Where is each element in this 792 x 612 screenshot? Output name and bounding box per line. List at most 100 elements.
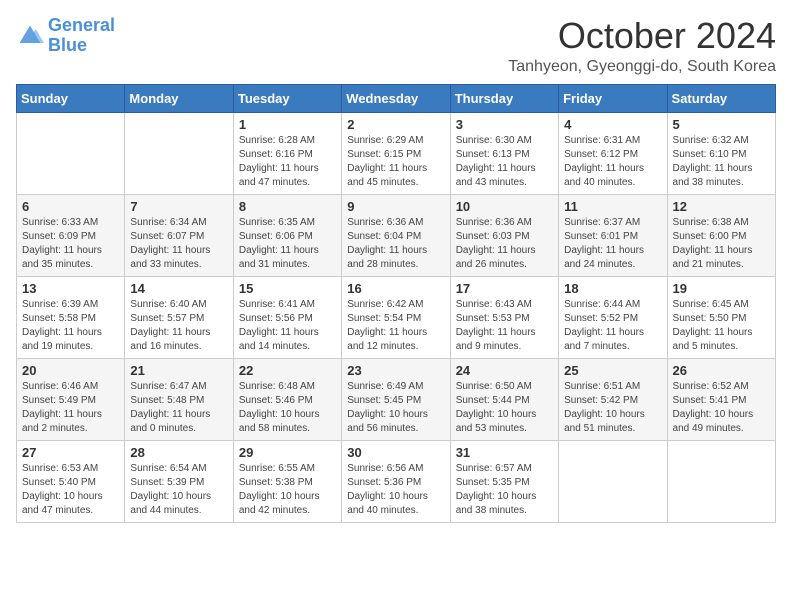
day-header-monday: Monday [125,84,233,112]
calendar-cell: 10Sunrise: 6:36 AM Sunset: 6:03 PM Dayli… [450,194,558,276]
day-number: 9 [347,199,444,214]
day-number: 14 [130,281,227,296]
calendar-cell: 17 Sunrise: 6:43 AM Sunset: 5:53 PM Dayli… [450,276,558,358]
week-row-5: 27 Sunrise: 6:53 AM Sunset: 5:40 PM Dayli… [17,440,776,522]
calendar-cell [667,440,775,522]
page-header: General Blue October 2024 Tanhyeon, Gyeo… [16,16,776,76]
day-number: 29 [239,445,336,460]
day-number: 18 [564,281,661,296]
day-number: 6 [22,199,119,214]
day-info: Sunrise: 6:28 AM Sunset: 6:16 PM Dayligh… [239,134,336,190]
day-number: 16 [347,281,444,296]
day-header-saturday: Saturday [667,84,775,112]
calendar-cell: 27 Sunrise: 6:53 AM Sunset: 5:40 PM Dayli… [17,440,125,522]
calendar-cell: 22 Sunrise: 6:48 AM Sunset: 5:46 PM Dayli… [233,358,341,440]
calendar-cell: 13 Sunrise: 6:39 AM Sunset: 5:58 PM Dayli… [17,276,125,358]
day-header-tuesday: Tuesday [233,84,341,112]
week-row-4: 20 Sunrise: 6:46 AM Sunset: 5:49 PM Dayli… [17,358,776,440]
calendar-cell: 11Sunrise: 6:37 AM Sunset: 6:01 PM Dayli… [559,194,667,276]
day-number: 25 [564,363,661,378]
day-number: 17 [456,281,553,296]
calendar-cell: 21 Sunrise: 6:47 AM Sunset: 5:48 PM Dayli… [125,358,233,440]
day-number: 21 [130,363,227,378]
calendar-cell: 1 Sunrise: 6:28 AM Sunset: 6:16 PM Daylig… [233,112,341,194]
calendar-cell: 19 Sunrise: 6:45 AM Sunset: 5:50 PM Dayli… [667,276,775,358]
day-number: 24 [456,363,553,378]
logo: General Blue [16,16,115,56]
day-info: Sunrise: 6:34 AM Sunset: 6:07 PM Dayligh… [130,216,227,272]
day-info: Sunrise: 6:43 AM Sunset: 5:53 PM Dayligh… [456,298,553,354]
title-block: October 2024 Tanhyeon, Gyeonggi-do, Sout… [508,16,776,76]
calendar-cell [559,440,667,522]
calendar-cell: 5 Sunrise: 6:32 AM Sunset: 6:10 PM Daylig… [667,112,775,194]
calendar-cell: 12Sunrise: 6:38 AM Sunset: 6:00 PM Dayli… [667,194,775,276]
day-info: Sunrise: 6:47 AM Sunset: 5:48 PM Dayligh… [130,380,227,436]
day-number: 4 [564,117,661,132]
day-number: 12 [673,199,770,214]
calendar-cell: 7 Sunrise: 6:34 AM Sunset: 6:07 PM Daylig… [125,194,233,276]
day-info: Sunrise: 6:41 AM Sunset: 5:56 PM Dayligh… [239,298,336,354]
day-info: Sunrise: 6:31 AM Sunset: 6:12 PM Dayligh… [564,134,661,190]
day-info: Sunrise: 6:57 AM Sunset: 5:35 PM Dayligh… [456,462,553,518]
day-info: Sunrise: 6:30 AM Sunset: 6:13 PM Dayligh… [456,134,553,190]
calendar-cell: 25 Sunrise: 6:51 AM Sunset: 5:42 PM Dayli… [559,358,667,440]
day-number: 8 [239,199,336,214]
day-info: Sunrise: 6:46 AM Sunset: 5:49 PM Dayligh… [22,380,119,436]
calendar-cell: 26 Sunrise: 6:52 AM Sunset: 5:41 PM Dayli… [667,358,775,440]
day-header-thursday: Thursday [450,84,558,112]
day-number: 19 [673,281,770,296]
day-info: Sunrise: 6:44 AM Sunset: 5:52 PM Dayligh… [564,298,661,354]
calendar-cell: 15 Sunrise: 6:41 AM Sunset: 5:56 PM Dayli… [233,276,341,358]
day-number: 27 [22,445,119,460]
day-info: Sunrise: 6:45 AM Sunset: 5:50 PM Dayligh… [673,298,770,354]
day-info: Sunrise: 6:48 AM Sunset: 5:46 PM Dayligh… [239,380,336,436]
day-header-sunday: Sunday [17,84,125,112]
day-info: Sunrise: 6:51 AM Sunset: 5:42 PM Dayligh… [564,380,661,436]
day-number: 26 [673,363,770,378]
day-number: 30 [347,445,444,460]
day-info: Sunrise: 6:50 AM Sunset: 5:44 PM Dayligh… [456,380,553,436]
day-info: Sunrise: 6:55 AM Sunset: 5:38 PM Dayligh… [239,462,336,518]
day-number: 1 [239,117,336,132]
month-title: October 2024 [508,16,776,56]
day-info: Sunrise: 6:29 AM Sunset: 6:15 PM Dayligh… [347,134,444,190]
day-number: 20 [22,363,119,378]
day-number: 31 [456,445,553,460]
calendar-cell: 28Sunrise: 6:54 AM Sunset: 5:39 PM Dayli… [125,440,233,522]
day-info: Sunrise: 6:54 AM Sunset: 5:39 PM Dayligh… [130,462,227,518]
day-number: 7 [130,199,227,214]
header-row: SundayMondayTuesdayWednesdayThursdayFrid… [17,84,776,112]
day-info: Sunrise: 6:56 AM Sunset: 5:36 PM Dayligh… [347,462,444,518]
calendar-cell: 4 Sunrise: 6:31 AM Sunset: 6:12 PM Daylig… [559,112,667,194]
day-number: 11 [564,199,661,214]
calendar-cell: 23 Sunrise: 6:49 AM Sunset: 5:45 PM Dayli… [342,358,450,440]
day-number: 3 [456,117,553,132]
day-header-friday: Friday [559,84,667,112]
day-info: Sunrise: 6:33 AM Sunset: 6:09 PM Dayligh… [22,216,119,272]
day-info: Sunrise: 6:53 AM Sunset: 5:40 PM Dayligh… [22,462,119,518]
calendar-cell: 2 Sunrise: 6:29 AM Sunset: 6:15 PM Daylig… [342,112,450,194]
calendar-cell [17,112,125,194]
day-number: 22 [239,363,336,378]
calendar-cell: 14 Sunrise: 6:40 AM Sunset: 5:57 PM Dayli… [125,276,233,358]
calendar-cell: 8 Sunrise: 6:35 AM Sunset: 6:06 PM Daylig… [233,194,341,276]
day-number: 23 [347,363,444,378]
day-info: Sunrise: 6:32 AM Sunset: 6:10 PM Dayligh… [673,134,770,190]
day-info: Sunrise: 6:52 AM Sunset: 5:41 PM Dayligh… [673,380,770,436]
day-info: Sunrise: 6:42 AM Sunset: 5:54 PM Dayligh… [347,298,444,354]
day-number: 5 [673,117,770,132]
day-info: Sunrise: 6:36 AM Sunset: 6:03 PM Dayligh… [456,216,553,272]
day-number: 2 [347,117,444,132]
day-info: Sunrise: 6:40 AM Sunset: 5:57 PM Dayligh… [130,298,227,354]
calendar-cell: 29 Sunrise: 6:55 AM Sunset: 5:38 PM Dayli… [233,440,341,522]
day-info: Sunrise: 6:49 AM Sunset: 5:45 PM Dayligh… [347,380,444,436]
logo-icon [16,22,44,50]
calendar-cell: 30 Sunrise: 6:56 AM Sunset: 5:36 PM Dayli… [342,440,450,522]
day-number: 13 [22,281,119,296]
day-info: Sunrise: 6:39 AM Sunset: 5:58 PM Dayligh… [22,298,119,354]
calendar-cell: 20 Sunrise: 6:46 AM Sunset: 5:49 PM Dayli… [17,358,125,440]
day-info: Sunrise: 6:35 AM Sunset: 6:06 PM Dayligh… [239,216,336,272]
location-subtitle: Tanhyeon, Gyeonggi-do, South Korea [508,58,776,76]
day-number: 15 [239,281,336,296]
week-row-3: 13 Sunrise: 6:39 AM Sunset: 5:58 PM Dayli… [17,276,776,358]
